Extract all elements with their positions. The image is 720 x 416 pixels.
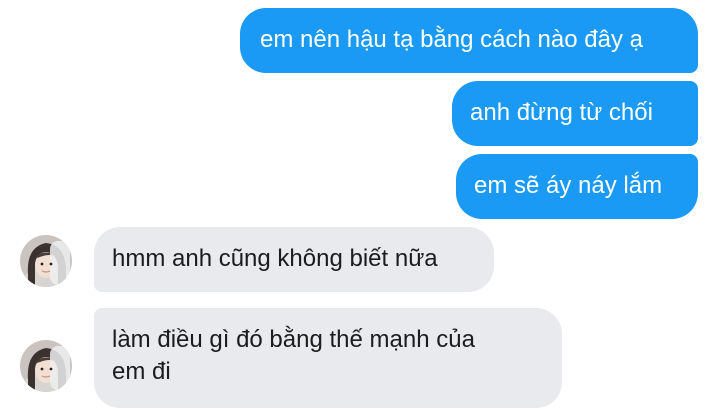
received-message-text-line: em đi bbox=[112, 358, 171, 385]
sent-message-bubble[interactable]: em sẽ áy náy lắm bbox=[456, 154, 698, 219]
sent-message-text: em nên hậu tạ bằng cách nào đây ạ bbox=[260, 26, 643, 53]
contact-avatar[interactable] bbox=[20, 340, 72, 392]
sent-message-bubble[interactable]: anh đừng từ chối bbox=[452, 81, 698, 146]
contact-avatar[interactable] bbox=[20, 235, 72, 287]
sent-message-text: anh đừng từ chối bbox=[470, 99, 653, 126]
received-message-bubble[interactable]: hmm anh cũng không biết nữa bbox=[94, 227, 494, 292]
received-message-text-line: làm điều gì đó bằng thế mạnh của bbox=[112, 326, 475, 353]
sent-message-text: em sẽ áy náy lắm bbox=[474, 172, 663, 199]
contact-avatar-photo-icon bbox=[20, 340, 72, 392]
received-message-text: hmm anh cũng không biết nữa bbox=[112, 245, 438, 272]
received-message-bubble[interactable]: làm điều gì đó bằng thế mạnh của em đi bbox=[94, 308, 562, 408]
contact-avatar-photo-icon bbox=[20, 235, 72, 287]
sent-message-bubble[interactable]: em nên hậu tạ bằng cách nào đây ạ bbox=[240, 8, 698, 73]
